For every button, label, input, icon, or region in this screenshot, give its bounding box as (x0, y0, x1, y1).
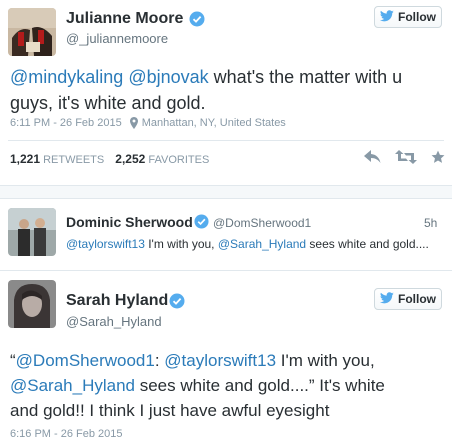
reply-icon[interactable] (364, 150, 381, 169)
verified-badge-icon (194, 214, 209, 234)
mention-link[interactable]: @Sarah_Hyland (10, 376, 135, 395)
tweet-text-segment: I'm with you, (144, 237, 218, 251)
tweet-julianne-moore: Julianne Moore @_juliannemoore Follow @m… (0, 0, 452, 186)
tweet-text-segment: sees white and gold.... (306, 237, 429, 251)
tweet-separator (0, 186, 452, 199)
tweet-text-segment: guys, it's white and gold. (10, 93, 206, 113)
verified-badge-icon (169, 293, 185, 314)
favorites-label[interactable]: FAVORITES (148, 154, 209, 166)
tweet-text-segment: I'm with you, (276, 351, 375, 370)
tweet-actions (364, 150, 445, 169)
mention-link[interactable]: @mindykaling (10, 67, 123, 87)
tweet-dominic-sherwood: Dominic Sherwood @DomSherwood1 5h @taylo… (0, 200, 452, 271)
divider (8, 140, 444, 141)
tweet-meta: 6:16 PM - 26 Feb 2015 (10, 428, 123, 440)
follow-label: Follow (398, 10, 436, 24)
tweet-sarah-hyland: Sarah Hyland @Sarah_Hyland Follow “@DomS… (0, 272, 452, 447)
tweet-text-segment: and gold!! I think I just have awful eye… (10, 401, 330, 420)
tweet-text: @mindykaling @bjnovak what's the matter … (10, 64, 446, 116)
mention-link[interactable]: @bjnovak (128, 67, 208, 87)
retweet-icon[interactable] (395, 150, 417, 169)
verified-badge-icon (189, 11, 205, 32)
handle[interactable]: @DomSherwood1 (213, 216, 311, 230)
follow-button[interactable]: Follow (374, 6, 442, 28)
display-name[interactable]: Dominic Sherwood (66, 214, 193, 230)
tweet-text-segment: sees white and gold....” It's white (135, 376, 385, 395)
timestamp[interactable]: 6:11 PM - 26 Feb 2015 (10, 117, 122, 129)
mention-link[interactable]: @Sarah_Hyland (218, 237, 306, 251)
twitter-bird-icon (379, 291, 394, 307)
handle[interactable]: @_juliannemoore (66, 31, 168, 46)
timestamp[interactable]: 6:16 PM - 26 Feb 2015 (10, 428, 123, 440)
time-ago[interactable]: 5h (424, 216, 437, 230)
tweet-text: “@DomSherwood1: @taylorswift13 I'm with … (10, 348, 446, 423)
mention-link[interactable]: @taylorswift13 (66, 237, 145, 251)
tweet-text-segment: what's the matter with u (208, 67, 403, 87)
avatar[interactable] (8, 280, 56, 328)
follow-label: Follow (398, 292, 436, 306)
display-name[interactable]: Sarah Hyland (66, 292, 168, 310)
retweets-label[interactable]: RETWEETS (43, 154, 104, 166)
tweet-stats: 1,221 RETWEETS 2,252 FAVORITES (10, 152, 209, 166)
location[interactable]: Manhattan, NY, United States (142, 117, 286, 129)
twitter-bird-icon (379, 9, 394, 25)
avatar[interactable] (8, 208, 56, 256)
display-name[interactable]: Julianne Moore (66, 10, 183, 28)
tweet-text-segment: : (154, 351, 165, 370)
tweet-meta: 6:11 PM - 26 Feb 2015 Manhattan, NY, Uni… (10, 117, 286, 129)
tweet-text: @taylorswift13 I'm with you, @Sarah_Hyla… (66, 236, 446, 252)
location-pin-icon (129, 117, 138, 129)
follow-button[interactable]: Follow (374, 288, 442, 310)
star-icon[interactable] (431, 150, 445, 169)
mention-link[interactable]: @DomSherwood1 (16, 351, 155, 370)
handle[interactable]: @Sarah_Hyland (66, 314, 162, 329)
retweet-count[interactable]: 1,221 (10, 152, 40, 166)
avatar[interactable] (8, 8, 56, 56)
favorite-count[interactable]: 2,252 (115, 152, 145, 166)
mention-link[interactable]: @taylorswift13 (164, 351, 276, 370)
